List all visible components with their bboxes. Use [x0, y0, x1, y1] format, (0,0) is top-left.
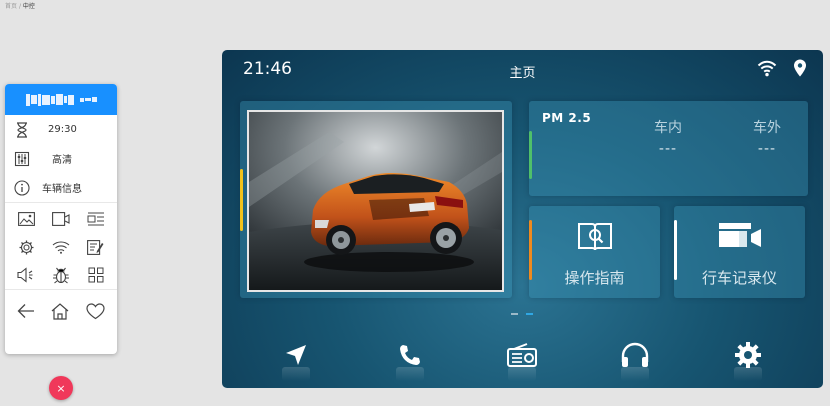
panel-nav [5, 290, 117, 336]
timer-value: 29:30 [48, 124, 77, 135]
settings-icon[interactable] [730, 337, 766, 381]
device-id-header [5, 84, 117, 115]
breadcrumb: 首页 / 中控 [5, 1, 35, 10]
home-icon[interactable] [51, 302, 69, 324]
gear-icon[interactable] [9, 237, 44, 257]
note-icon[interactable] [78, 237, 113, 257]
volume-icon[interactable] [9, 265, 44, 285]
image-icon[interactable] [9, 209, 44, 229]
pixelated-device-id [25, 93, 97, 106]
radio-icon[interactable] [504, 337, 540, 381]
vehicle-info-label: 车辆信息 [42, 184, 82, 195]
apps-grid-icon[interactable] [78, 265, 113, 285]
bottom-dock [222, 337, 823, 381]
operation-guide-label: 操作指南 [564, 269, 625, 287]
tool-grid [5, 203, 117, 289]
car-photo-card[interactable] [240, 101, 512, 298]
equalizer-icon [14, 151, 30, 167]
breadcrumb-home[interactable]: 首页 [5, 3, 17, 10]
inside-label: 车内 [654, 120, 682, 136]
inside-air-column: 车内 --- [638, 117, 698, 157]
info-icon [14, 179, 30, 196]
dashcam-icon [674, 220, 805, 250]
layout-icon[interactable] [78, 209, 113, 229]
status-bar: 21:46 主页 [222, 50, 823, 90]
head-unit-screen: 21:46 主页 PM 2.5 车内 --- 车外 --- 操作指南 行车记录仪 [222, 50, 823, 388]
breadcrumb-separator: / [18, 3, 21, 10]
video-icon[interactable] [44, 209, 79, 229]
hourglass-icon [14, 121, 30, 138]
page-title: 主页 [509, 66, 536, 81]
accent-bar [529, 131, 532, 179]
phone-icon[interactable] [392, 337, 428, 381]
timer-row: 29:30 [5, 115, 117, 144]
outside-value: --- [757, 141, 777, 157]
heart-icon[interactable] [86, 302, 105, 324]
air-quality-card[interactable]: PM 2.5 车内 --- 车外 --- [529, 101, 808, 196]
wifi-icon[interactable] [757, 59, 777, 81]
back-arrow-icon[interactable] [17, 303, 35, 323]
book-search-icon [529, 220, 660, 254]
dashcam-label: 行车记录仪 [701, 269, 777, 287]
control-panel: 29:30 高清 车辆信息 [5, 84, 117, 354]
navigation-icon[interactable] [278, 337, 314, 381]
headphones-icon[interactable] [617, 337, 653, 381]
accent-bar [240, 169, 243, 231]
location-pin-icon[interactable] [793, 59, 807, 81]
page-dot-active[interactable] [526, 313, 533, 315]
outside-label: 车外 [753, 120, 781, 136]
bug-icon[interactable] [44, 265, 79, 285]
outside-air-column: 车外 --- [737, 117, 797, 157]
wifi-icon[interactable] [44, 237, 79, 257]
inside-value: --- [658, 141, 678, 157]
close-icon: × [56, 381, 66, 395]
breadcrumb-current: 中控 [22, 3, 35, 10]
pm25-label: PM 2.5 [542, 111, 592, 125]
car-image [247, 110, 504, 292]
quality-row[interactable]: 高清 [5, 144, 117, 173]
page-dot[interactable] [511, 313, 518, 315]
close-fab-button[interactable]: × [49, 376, 73, 400]
page-indicator [511, 313, 533, 315]
quality-label: 高清 [52, 155, 72, 166]
vehicle-info-row[interactable]: 车辆信息 [5, 173, 117, 202]
operation-guide-tile[interactable]: 操作指南 [529, 206, 660, 298]
dashcam-tile[interactable]: 行车记录仪 [674, 206, 805, 298]
